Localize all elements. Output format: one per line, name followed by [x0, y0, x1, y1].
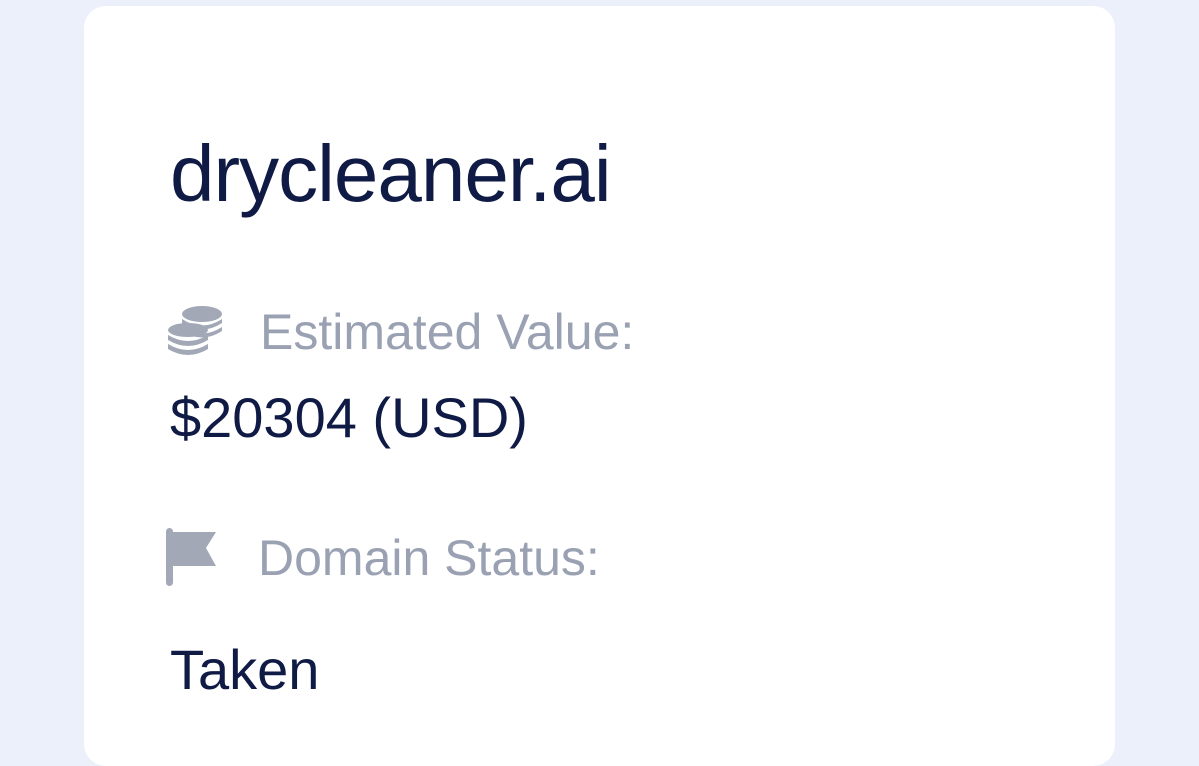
estimated-value-label-row: Estimated Value: — [166, 302, 634, 362]
coins-icon — [166, 302, 226, 362]
estimated-value-label: Estimated Value: — [260, 304, 635, 360]
estimated-value-amount: $20304 (USD) — [170, 386, 528, 449]
domain-name-title: drycleaner.ai — [170, 129, 612, 218]
flag-icon — [166, 528, 220, 588]
domain-status-value: Taken — [170, 638, 320, 701]
domain-card: drycleaner.ai Estimated Value: $20304 (U… — [84, 6, 1115, 766]
domain-status-label: Domain Status: — [258, 530, 600, 586]
domain-status-label-row: Domain Status: — [166, 528, 600, 588]
